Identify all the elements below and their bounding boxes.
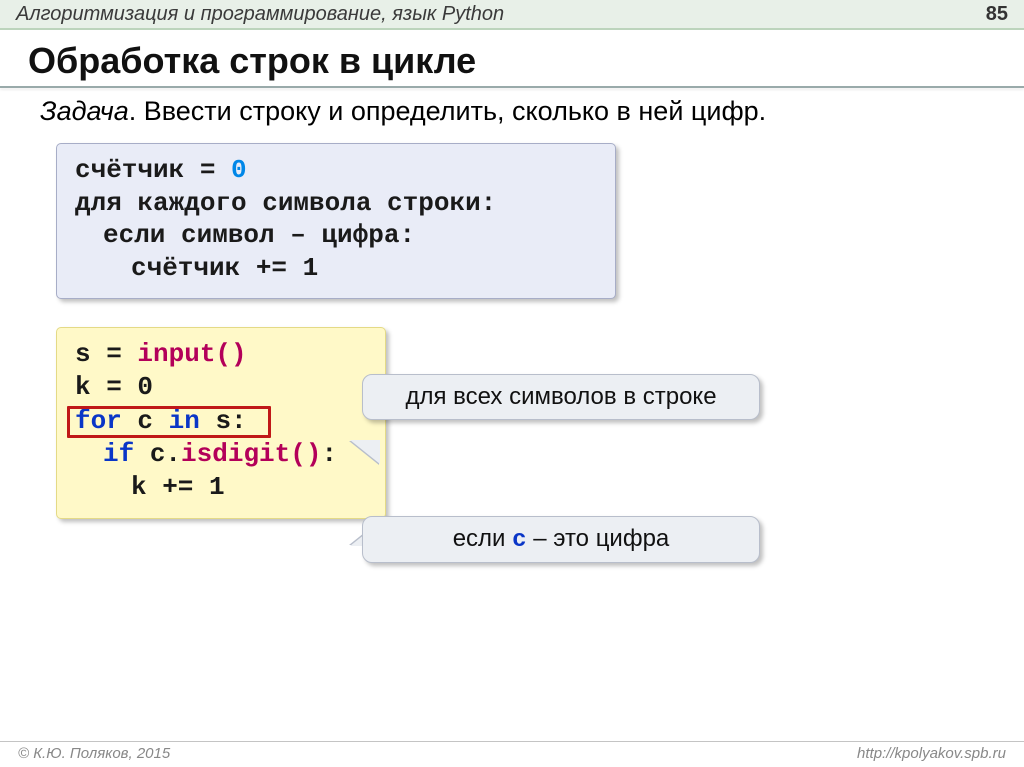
code-l4-d: : (321, 439, 337, 469)
slide-footer: © К.Ю. Поляков, 2015 http://kpolyakov.sp… (0, 741, 1024, 767)
task-line: Задача. Ввести строку и определить, скол… (0, 88, 1024, 139)
pseudo-l1-b: 0 (231, 155, 247, 185)
code-l1-b: input() (137, 339, 246, 369)
code-l4-b: c. (134, 439, 181, 469)
callout2-b: c (512, 527, 526, 554)
code-l3-a: for (75, 406, 122, 436)
callout2-a: если (453, 525, 512, 552)
pseudo-line-4: счётчик += 1 (75, 252, 597, 285)
code-l3-c: in (169, 406, 200, 436)
page-number: 85 (986, 3, 1008, 26)
callout-tail-icon (350, 440, 380, 464)
pseudo-line-1: счётчик = 0 (75, 154, 597, 187)
callout-for-loop: для всех символов в строке (362, 374, 760, 420)
callout2-c: – это цифра (527, 525, 670, 552)
callout-isdigit: если c – это цифра (362, 516, 760, 563)
footer-url: http://kpolyakov.spb.ru (857, 745, 1006, 767)
footer-copyright: © К.Ю. Поляков, 2015 (18, 745, 170, 767)
code-block: s = input() k = 0 for c in s: if c.isdig… (56, 327, 386, 519)
pseudocode-block: счётчик = 0 для каждого символа строки: … (56, 143, 616, 299)
pseudo-l1-a: счётчик = (75, 155, 231, 185)
code-line-1: s = input() (75, 338, 367, 371)
code-line-3: for c in s: (75, 405, 367, 438)
pseudo-line-2: для каждого символа строки: (75, 187, 597, 220)
slide-title: Обработка строк в цикле (0, 30, 1024, 86)
code-line-4: if c.isdigit(): (75, 438, 367, 471)
code-line-5: k += 1 (75, 471, 367, 504)
task-text: . Ввести строку и определить, сколько в … (129, 96, 766, 126)
code-l3-b: c (122, 406, 169, 436)
pseudo-line-3: если символ – цифра: (75, 219, 597, 252)
code-l4-a: if (103, 439, 134, 469)
slide-header: Алгоритмизация и программирование, язык … (0, 0, 1024, 30)
task-label: Задача (40, 96, 129, 126)
code-l3-d: s: (200, 406, 247, 436)
code-l1-a: s = (75, 339, 137, 369)
code-line-2: k = 0 (75, 371, 367, 404)
code-l4-c: isdigit() (181, 439, 321, 469)
header-title: Алгоритмизация и программирование, язык … (16, 3, 504, 26)
